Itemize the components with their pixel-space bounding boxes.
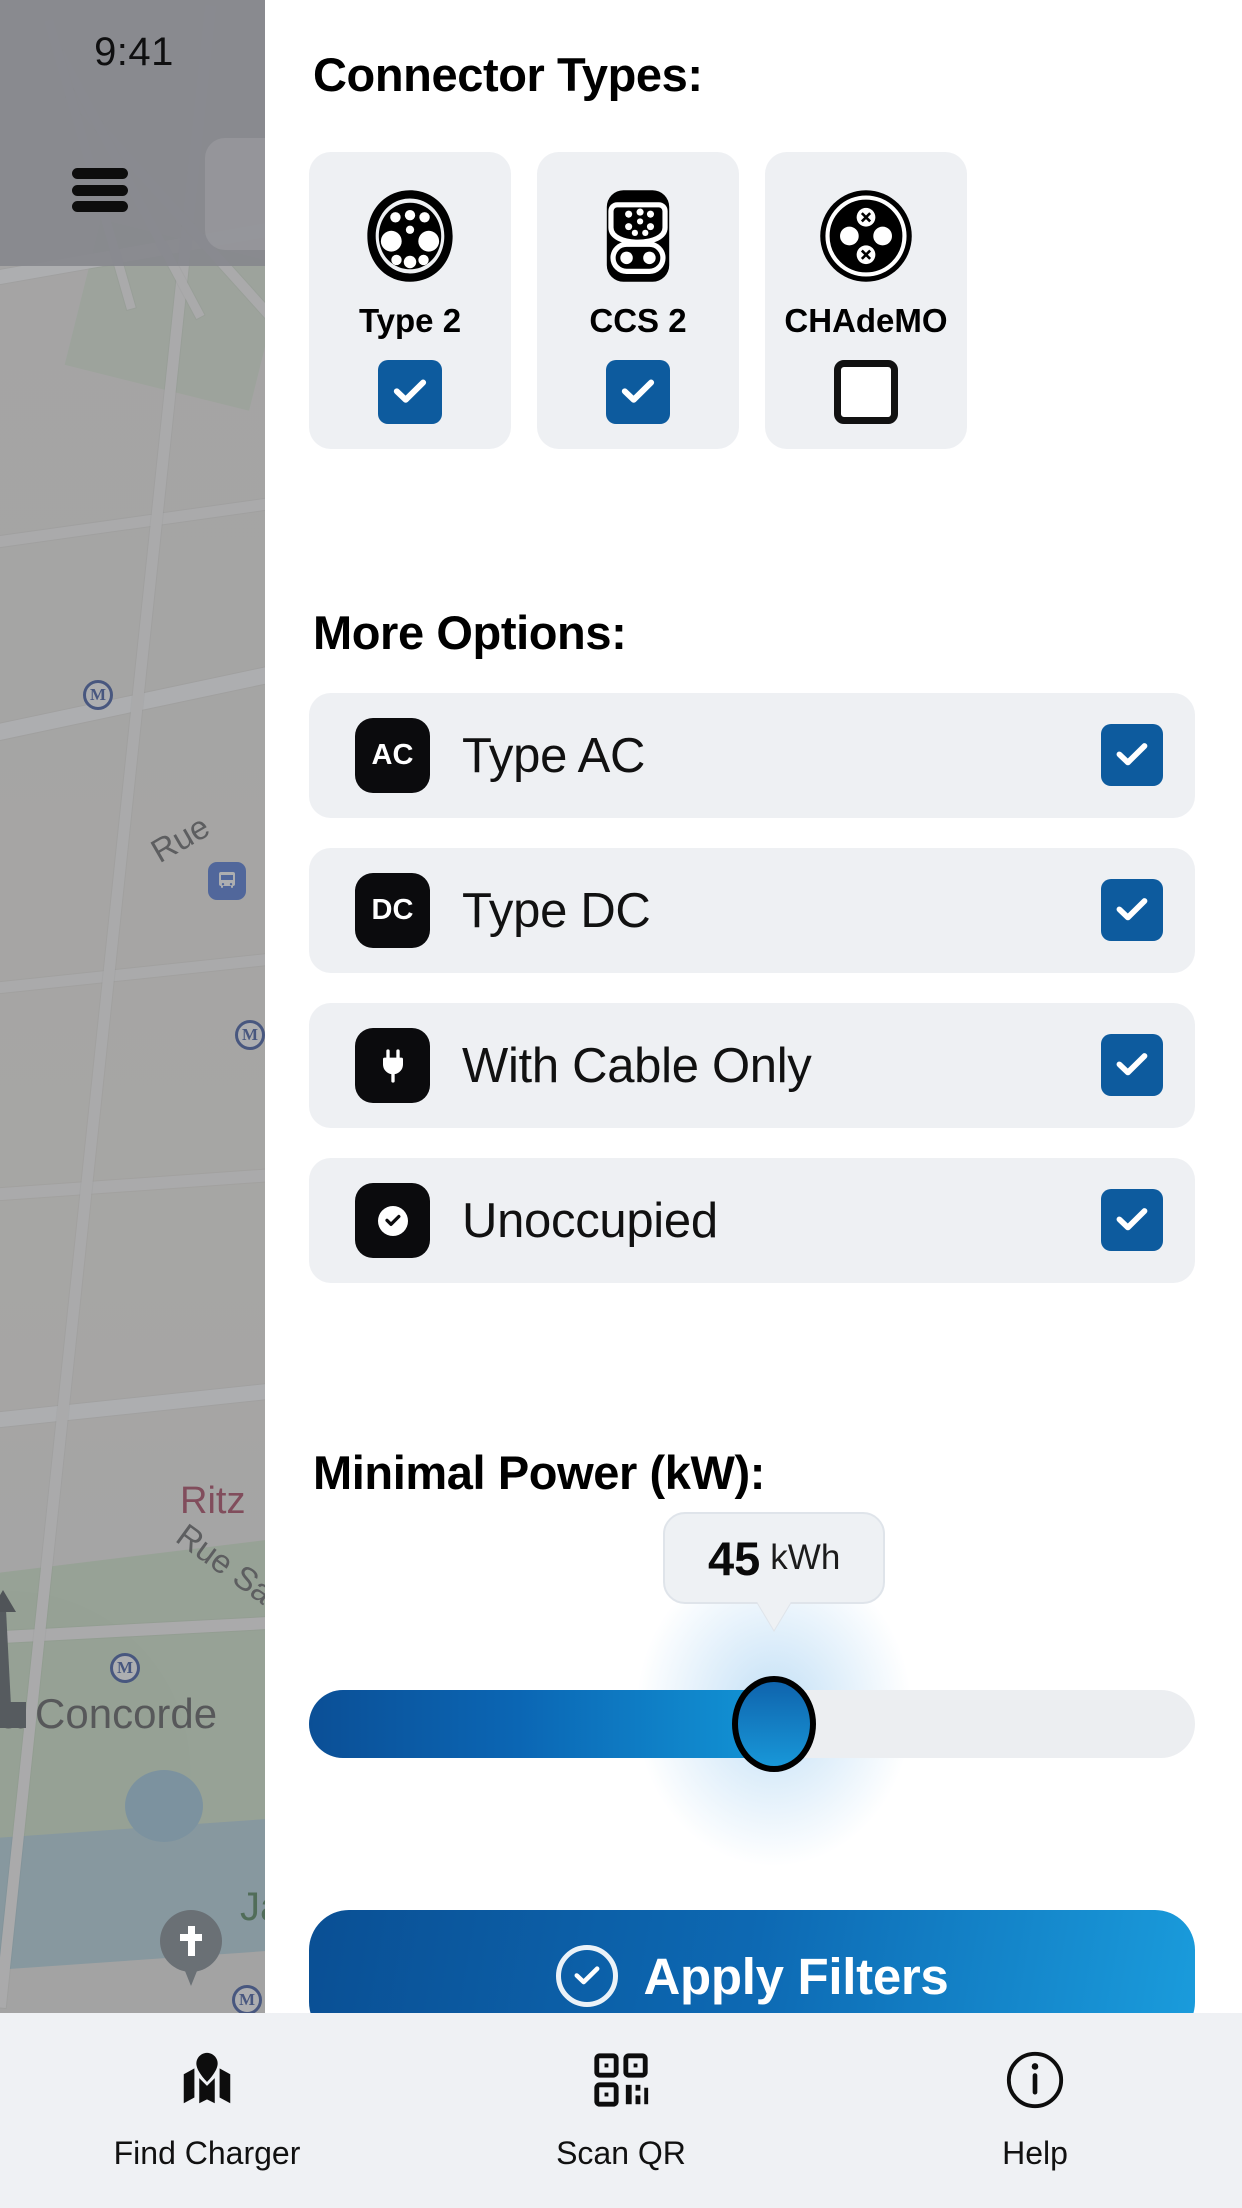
info-circle-icon (1004, 2049, 1066, 2111)
option-checkbox-type-dc[interactable] (1101, 879, 1163, 941)
connector-types-title: Connector Types: (313, 48, 703, 101)
minimal-power-title: Minimal Power (kW): (313, 1446, 765, 1499)
apply-filters-label: Apply Filters (643, 1947, 949, 2005)
hamburger-menu-icon[interactable] (72, 168, 128, 212)
connector-checkbox-ccs2[interactable] (606, 360, 670, 424)
connector-checkbox-chademo[interactable] (834, 360, 898, 424)
slider-thumb[interactable] (732, 1676, 817, 1772)
nav-item-scan-qr[interactable]: Scan QR (414, 2049, 828, 2172)
connector-card-label: Type 2 (358, 302, 462, 339)
option-checkbox-type-ac[interactable] (1101, 724, 1163, 786)
option-label: Unoccupied (462, 1193, 718, 1248)
slider-unit: kWh (770, 1538, 841, 1577)
connector-checkbox-type2[interactable] (378, 360, 442, 424)
chademo-connector-icon (814, 184, 918, 288)
filter-panel: Connector Types: Type 2 CCS 2 CHAdeMO Mo… (265, 0, 1242, 2013)
app-root: Rue Bd Haussman Malesherbes adeleine Rit… (0, 0, 1242, 2208)
option-row-type-ac[interactable]: AC Type AC (309, 693, 1195, 818)
option-label: Type DC (462, 883, 651, 938)
type2-connector-icon (358, 184, 462, 288)
connector-card-label: CCS 2 (589, 302, 687, 339)
map-background[interactable]: Rue Bd Haussman Malesherbes adeleine Rit… (0, 0, 268, 2013)
dc-badge-icon: DC (355, 873, 430, 948)
ccs2-connector-icon (586, 184, 690, 288)
connector-card-label: CHAdeMO (784, 302, 948, 339)
slider-value: 45 (708, 1531, 761, 1585)
ac-badge-icon: AC (355, 718, 430, 793)
status-time: 9:41 (94, 30, 174, 74)
option-checkbox-with-cable-only[interactable] (1101, 1034, 1163, 1096)
plug-icon (355, 1028, 430, 1103)
power-slider[interactable] (309, 1676, 1195, 1772)
option-checkbox-unoccupied[interactable] (1101, 1189, 1163, 1251)
more-options-list: AC Type AC DC Type DC With Cable Only Un… (309, 693, 1195, 1313)
more-options-title: More Options: (313, 606, 627, 659)
bottom-navigation: Find Charger Scan QR Help (0, 2013, 1242, 2208)
nav-item-help[interactable]: Help (828, 2049, 1242, 2172)
nav-label: Find Charger (113, 2135, 301, 2171)
option-row-type-dc[interactable]: DC Type DC (309, 848, 1195, 973)
check-circle-icon (355, 1183, 430, 1258)
qr-code-icon (590, 2049, 652, 2111)
connector-card-list: Type 2 CCS 2 CHAdeMO (309, 152, 967, 449)
nav-label: Scan QR (556, 2135, 686, 2171)
power-slider-wrap: 45 kWh (309, 1512, 1195, 1880)
status-bar: 9:41 (0, 0, 325, 266)
connector-card-type2[interactable]: Type 2 (309, 152, 511, 449)
check-circle-icon (555, 1945, 618, 2007)
slider-value-tooltip: 45 kWh (663, 1512, 886, 1604)
apply-filters-button[interactable]: Apply Filters (309, 1910, 1195, 2013)
option-label: With Cable Only (462, 1038, 812, 1093)
slider-fill (309, 1690, 775, 1758)
option-row-unoccupied[interactable]: Unoccupied (309, 1158, 1195, 1283)
map-dim-overlay (0, 0, 268, 2013)
connector-card-ccs2[interactable]: CCS 2 (537, 152, 739, 449)
nav-label: Help (1002, 2135, 1068, 2171)
nav-item-find-charger[interactable]: Find Charger (0, 2049, 414, 2172)
option-label: Type AC (462, 728, 646, 783)
map-icon (176, 2049, 238, 2111)
option-row-with-cable-only[interactable]: With Cable Only (309, 1003, 1195, 1128)
connector-card-chademo[interactable]: CHAdeMO (765, 152, 967, 449)
